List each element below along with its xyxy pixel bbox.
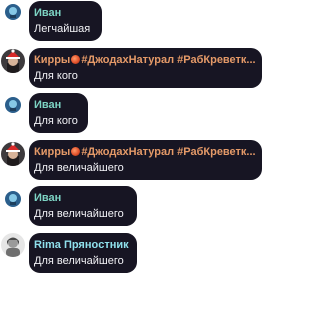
message-text: Для величайшего (34, 208, 124, 220)
message-text: Для величайшего (34, 162, 124, 174)
chat-feed: Иван Легчайшая Кирры #ДжодахНатурал #РабК… (0, 0, 262, 320)
message-author[interactable]: Кирры #ДжодахНатурал #РабКреветк... (34, 145, 255, 159)
flame-icon (71, 147, 81, 156)
message-bubble[interactable]: Rima Прянoстник Для величайшего (29, 233, 137, 273)
author-name-part: Кирры (34, 54, 71, 66)
message-bubble[interactable]: Иван Для кого (29, 93, 88, 133)
user-avatar[interactable] (1, 142, 25, 166)
message-author[interactable]: Кирры #ДжодахНатурал #РабКреветк... (34, 53, 255, 67)
author-name-part: Кирры (34, 146, 71, 158)
flame-icon (71, 55, 81, 64)
message-bubble[interactable]: Иван Для величайшего (29, 186, 137, 226)
user-avatar[interactable] (1, 93, 25, 117)
message-author[interactable]: Иван (34, 6, 95, 20)
message-text: Для величайшего (34, 255, 124, 267)
message-bubble[interactable]: Иван Легчайшая (29, 1, 102, 41)
message-bubble[interactable]: Кирры #ДжодахНатурал #РабКреветк... Для в… (29, 140, 262, 180)
user-avatar[interactable] (1, 0, 25, 24)
author-tags: #ДжодахНатурал #РабКреветк... (81, 146, 255, 158)
author-tags: #ДжодахНатурал #РабКреветк... (81, 54, 255, 66)
user-avatar[interactable] (1, 233, 25, 257)
message-text: Для кого (34, 70, 78, 82)
message-author[interactable]: Иван (34, 98, 81, 112)
user-avatar[interactable] (1, 49, 25, 73)
user-avatar[interactable] (1, 187, 25, 211)
message-text: Для кого (34, 115, 78, 127)
message-text: Легчайшая (34, 23, 91, 35)
message-bubble[interactable]: Кирры #ДжодахНатурал #РабКреветк... Для к… (29, 48, 262, 88)
message-author[interactable]: Rima Прянoстник (34, 238, 130, 252)
message-author[interactable]: Иван (34, 191, 130, 205)
